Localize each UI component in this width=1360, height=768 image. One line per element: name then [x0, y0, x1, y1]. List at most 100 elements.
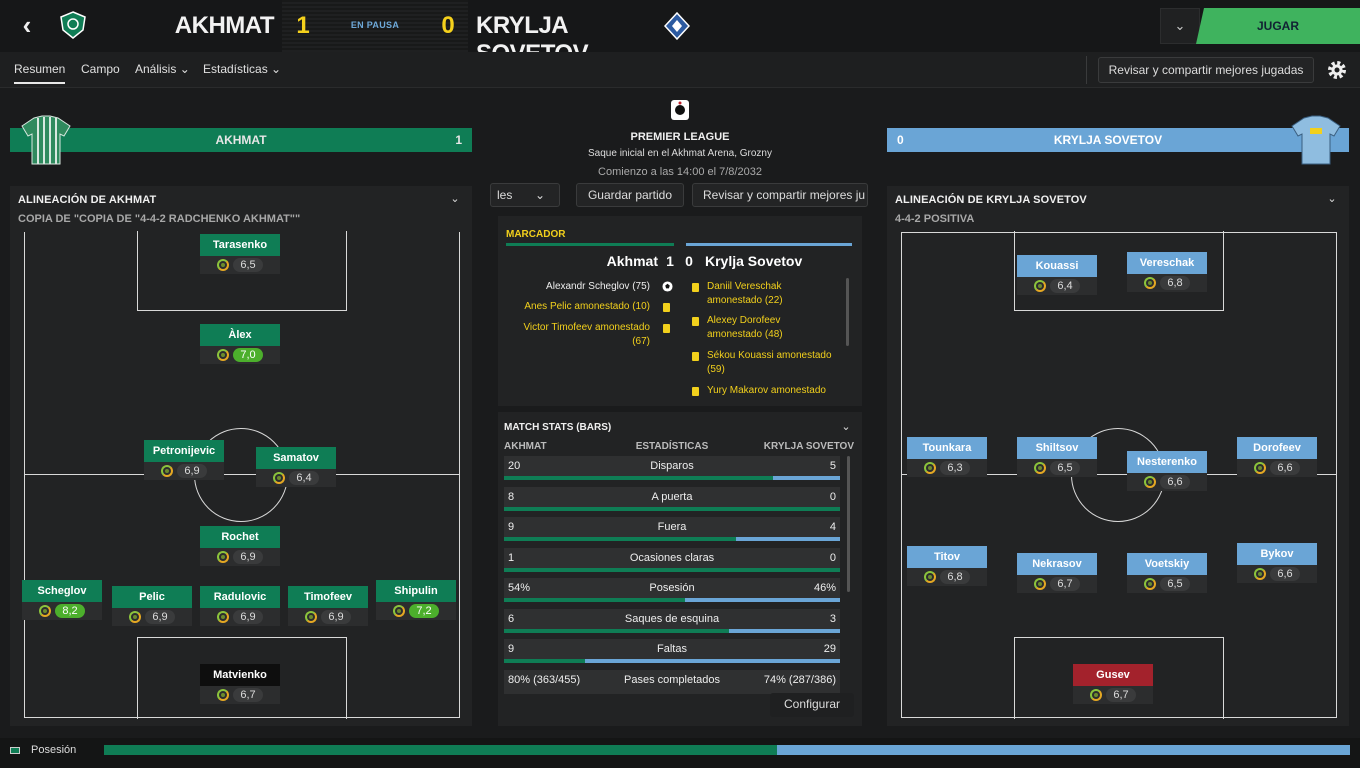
away-player-card[interactable]: Shiltsov 6,5 — [1017, 437, 1097, 477]
share-highlights-center-button[interactable]: Revisar y compartir mejores ju — [692, 183, 868, 207]
stats-col-home: AKHMAT — [504, 441, 547, 452]
chevron-down-icon: ⌄ — [271, 62, 282, 76]
away-player-card[interactable]: Nekrasov 6,7 — [1017, 553, 1097, 593]
stat-row: Disparos 20 5 — [504, 456, 840, 480]
yellow-card-icon — [663, 324, 670, 333]
stats-title: MATCH STATS (BARS) — [504, 422, 612, 433]
away-player-card[interactable]: Nesterenko 6,6 — [1127, 451, 1207, 491]
tab-campo[interactable]: Campo — [81, 62, 120, 76]
partial-dropdown-button[interactable]: les ⌄ — [490, 183, 560, 207]
player-rating: 6,8 — [940, 570, 970, 584]
home-team-name: AKHMAT — [174, 12, 275, 39]
back-arrow-icon[interactable]: ‹ — [14, 12, 40, 38]
match-options-dropdown[interactable]: ⌄ — [1160, 8, 1200, 44]
stat-label: Faltas — [657, 643, 687, 655]
events-scrollbar[interactable] — [846, 278, 849, 346]
player-name: Gusev — [1073, 664, 1153, 686]
stat-away-value: 5 — [829, 460, 836, 472]
player-name: Radulovic — [200, 586, 280, 608]
away-player-card[interactable]: Bykov 6,6 — [1237, 543, 1317, 583]
player-rating-row: 6,6 — [1127, 473, 1207, 491]
tab-analisis[interactable]: Análisis ⌄ — [135, 62, 190, 76]
rating-ring-icon — [393, 605, 406, 617]
player-rating-row: 6,4 — [1017, 277, 1097, 295]
stat-home-value: 54% — [508, 582, 531, 594]
player-rating-row: 6,9 — [200, 608, 280, 626]
player-name: Samatov — [256, 447, 336, 469]
player-name: Matvienko — [200, 664, 280, 686]
player-name: Àlex — [200, 324, 280, 346]
player-name: Voetskiy — [1127, 553, 1207, 575]
stat-away-bar — [584, 659, 840, 663]
away-player-card[interactable]: Gusev 6,7 — [1073, 664, 1153, 704]
play-button[interactable]: JUGAR — [1196, 8, 1360, 44]
yellow-card-icon — [692, 317, 699, 326]
stat-label: Ocasiones claras — [629, 551, 715, 564]
player-rating: 7,2 — [409, 604, 439, 618]
stat-row: Faltas 9 29 — [504, 639, 840, 663]
player-name: Rochet — [200, 526, 280, 548]
rating-ring-icon — [924, 571, 937, 583]
rating-ring-icon — [1034, 578, 1047, 590]
away-player-card[interactable]: Kouassi 6,4 — [1017, 255, 1097, 295]
home-event-card-minute: (67) — [632, 336, 650, 347]
away-color-strip — [686, 243, 852, 246]
yellow-card-icon — [692, 283, 699, 292]
scoreboard-home-score: 1 — [666, 253, 674, 269]
player-rating-row: 6,7 — [1017, 575, 1097, 593]
home-player-card[interactable]: Tarasenko 6,5 — [200, 234, 280, 274]
stat-away-value: 0 — [829, 490, 836, 503]
away-player-card[interactable]: Voetskiy 6,5 — [1127, 553, 1207, 593]
home-score: 1 — [296, 12, 310, 39]
away-event-card: Daniil Vereschak — [707, 281, 782, 292]
stat-home-value: 8 — [508, 490, 515, 503]
save-match-button[interactable]: Guardar partido — [576, 183, 684, 207]
home-player-card[interactable]: Radulovic 6,9 — [200, 586, 280, 626]
stat-home-bar — [504, 628, 730, 633]
tab-resumen[interactable]: Resumen — [14, 62, 66, 84]
rating-ring-icon — [1144, 578, 1157, 590]
chevron-down-icon[interactable]: ⌄ — [448, 192, 462, 206]
home-player-card[interactable]: Àlex 7,0 — [200, 324, 280, 364]
venue-text: Saque inicial en el Akhmat Arena, Grozny — [588, 148, 772, 159]
away-event-card: Alexey Dorofeev — [707, 315, 781, 326]
away-player-card[interactable]: Dorofeev 6,6 — [1237, 437, 1317, 477]
player-name: Nesterenko — [1127, 451, 1207, 473]
gear-icon[interactable] — [1322, 55, 1352, 85]
player-rating-row: 7,2 — [376, 602, 456, 620]
stat-away-value: 3 — [829, 612, 836, 625]
stat-row: Posesión 54% 46% — [504, 578, 840, 602]
away-event-card-minute: amonestado (22) — [707, 295, 783, 306]
away-event-card-minute: (59) — [707, 364, 725, 375]
premier-league-logo-icon — [671, 100, 689, 120]
tab-estadisticas[interactable]: Estadísticas ⌄ — [203, 62, 281, 76]
home-player-card[interactable]: Pelic 6,9 — [112, 586, 192, 626]
scoreboard-title: MARCADOR — [506, 229, 566, 240]
partial-dropdown-label: les — [497, 188, 513, 202]
chevron-down-icon: ⌄ — [534, 188, 545, 202]
home-player-card[interactable]: Scheglov 8,2 — [22, 580, 102, 620]
chevron-down-icon[interactable]: ⌄ — [839, 420, 853, 434]
akhmat-crest-icon — [60, 11, 86, 39]
home-player-card[interactable]: Petronijevic 6,9 — [144, 440, 224, 480]
away-player-card[interactable]: Tounkara 6,3 — [907, 437, 987, 477]
home-kit-icon — [21, 115, 71, 165]
home-player-card[interactable]: Matvienko 6,7 — [200, 664, 280, 704]
home-player-card[interactable]: Samatov 6,4 — [256, 447, 336, 487]
away-player-card[interactable]: Vereschak 6,8 — [1127, 252, 1207, 292]
stat-away-bar — [729, 628, 840, 633]
player-name: Vereschak — [1127, 252, 1207, 274]
configure-button[interactable]: Configurar — [770, 693, 854, 717]
rating-ring-icon — [924, 462, 937, 474]
chevron-down-icon[interactable]: ⌄ — [1325, 192, 1339, 206]
home-player-card[interactable]: Rochet 6,9 — [200, 526, 280, 566]
away-player-card[interactable]: Titov 6,8 — [907, 546, 987, 586]
home-player-card[interactable]: Timofeev 6,9 — [288, 586, 368, 626]
stat-away-value: 0 — [829, 551, 836, 564]
stats-scrollbar[interactable] — [847, 456, 850, 592]
player-rating: 6,7 — [1106, 688, 1136, 702]
share-highlights-button[interactable]: Revisar y compartir mejores jugadas — [1098, 57, 1314, 83]
home-player-card[interactable]: Shipulin 7,2 — [376, 580, 456, 620]
player-rating: 6,9 — [145, 610, 175, 624]
scoreboard-away-name: Krylja Sovetov — [705, 253, 803, 269]
